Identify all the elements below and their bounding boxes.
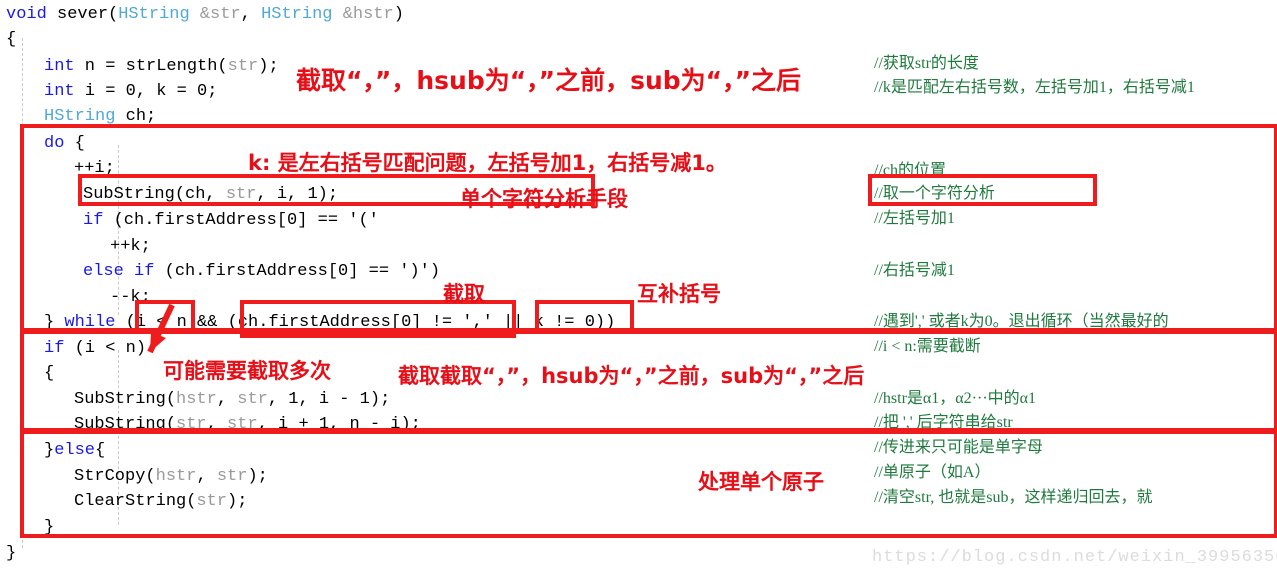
red-annotations: 截取“，”，hsub为“，”之前，sub为“，”之后 k: 是左右括号匹配问题，左… bbox=[0, 0, 1277, 575]
ann-truncate-header: 截取“，”，hsub为“，”之前，sub为“，”之后 bbox=[296, 66, 802, 95]
code-screenshot: void sever(HString &str, HString &hstr){… bbox=[0, 0, 1277, 575]
ann-multi-truncate: 可能需要截取多次 bbox=[163, 359, 331, 383]
ann-truncate-2: 截取截取“，”，hsub为“，”之前，sub为“，”之后 bbox=[398, 364, 865, 388]
ann-k-bracket-match: k: 是左右括号匹配问题，左括号加1，右括号减1。 bbox=[248, 151, 727, 175]
watermark-url: https://blog.csdn.net/weixin_39956356 bbox=[872, 548, 1277, 567]
ann-truncate-1: 截取 bbox=[443, 282, 485, 306]
ann-single-atom: 处理单个原子 bbox=[698, 470, 824, 494]
ann-complement: 互补括号 bbox=[637, 282, 721, 306]
ann-single-char: 单个字符分析手段 bbox=[460, 187, 628, 211]
